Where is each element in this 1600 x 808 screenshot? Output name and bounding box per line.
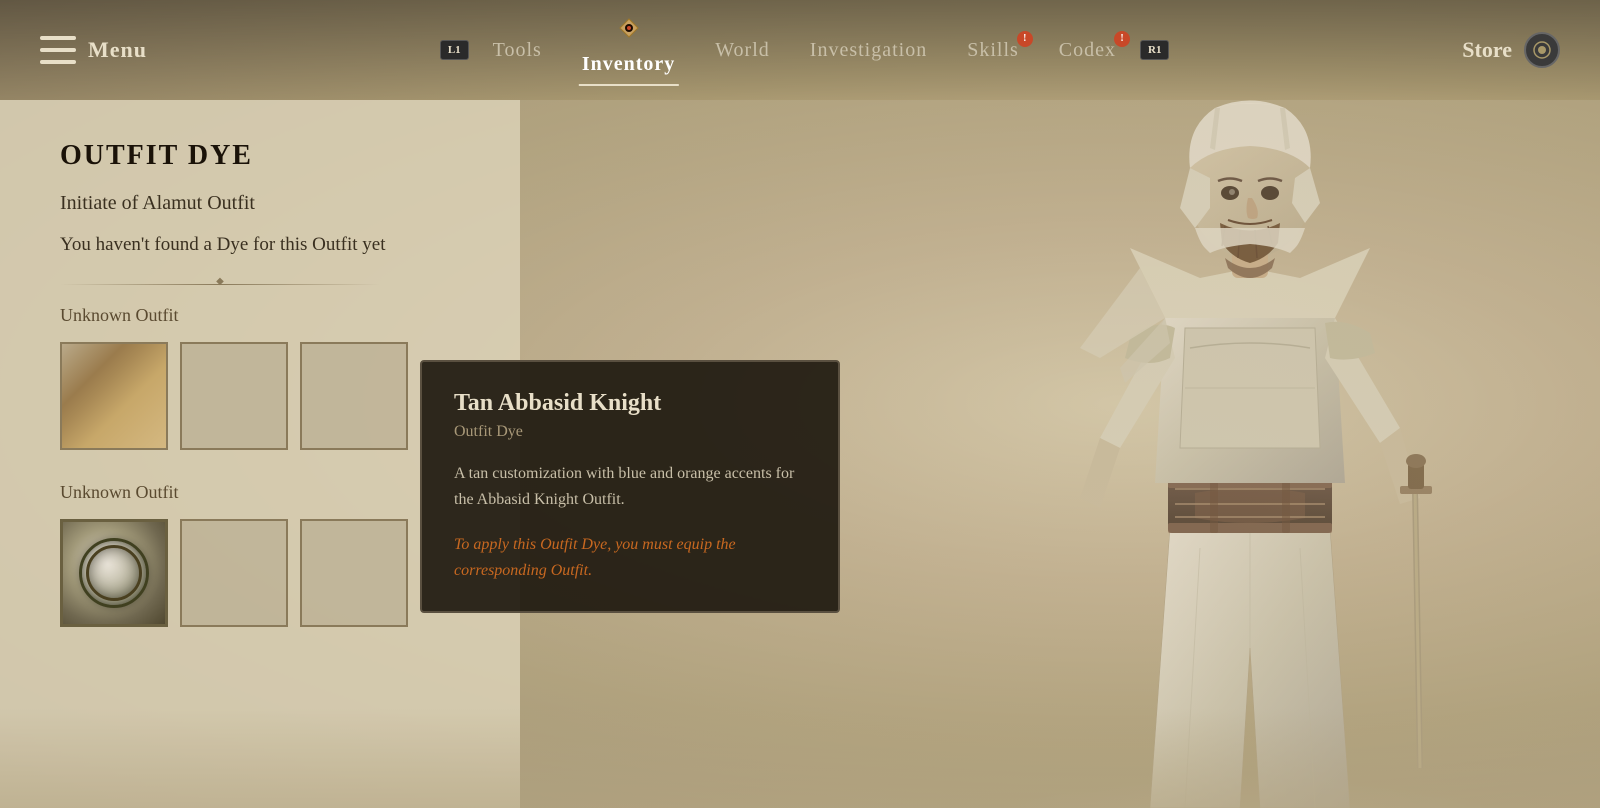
top-navigation: Menu L1 Tools Inventory World Investigat…	[0, 0, 1600, 100]
tooltip-item-name: Tan Abbasid Knight	[454, 390, 806, 417]
divider-1	[60, 284, 380, 285]
outfit-no-dye-text: You haven't found a Dye for this Outfit …	[60, 231, 460, 260]
tooltip-warning: To apply this Outfit Dye, you must equip…	[454, 532, 806, 583]
tab-world-wrapper[interactable]: World	[699, 31, 786, 70]
unknown-outfit-label-1: Unknown Outfit	[60, 305, 460, 326]
tab-investigation[interactable]: Investigation	[794, 31, 943, 70]
menu-icon	[40, 36, 76, 64]
tooltip-item-type: Outfit Dye	[454, 423, 806, 441]
menu-label: Menu	[88, 37, 147, 63]
dye-slot-6[interactable]	[300, 519, 408, 627]
tab-tools[interactable]: Tools	[477, 31, 558, 70]
dye-slot-1[interactable]	[60, 342, 168, 450]
right-key-badge: R1	[1140, 40, 1169, 60]
nav-tabs: L1 Tools Inventory World Investigation S…	[440, 17, 1170, 84]
outfit-name: Initiate of Alamut Outfit	[60, 192, 460, 215]
tab-skills-wrapper[interactable]: Skills !	[951, 31, 1035, 70]
tab-codex-wrapper[interactable]: Codex !	[1043, 31, 1132, 70]
left-key-badge: L1	[440, 40, 469, 60]
tab-world[interactable]: World	[699, 31, 786, 70]
tab-tools-wrapper[interactable]: Tools	[477, 31, 558, 70]
tooltip-card: Tan Abbasid Knight Outfit Dye A tan cust…	[420, 360, 840, 613]
store-label: Store	[1462, 37, 1512, 63]
diamond-decoration	[618, 17, 640, 44]
tooltip-description: A tan customization with blue and orange…	[454, 461, 806, 512]
dye-grid-row-2	[60, 519, 460, 627]
store-icon	[1524, 32, 1560, 68]
dye-slot-5[interactable]	[180, 519, 288, 627]
dye-slot-3[interactable]	[300, 342, 408, 450]
outfit-dye-title: OUTFIT DYE	[60, 140, 460, 172]
tab-investigation-wrapper[interactable]: Investigation	[794, 31, 943, 70]
store-area[interactable]: Store	[1462, 32, 1560, 68]
character-svg	[1000, 100, 1500, 808]
character-display	[900, 100, 1600, 808]
tab-inventory-wrapper[interactable]: Inventory	[566, 17, 691, 84]
dye-slot-4[interactable]	[60, 519, 168, 627]
unknown-outfit-label-2: Unknown Outfit	[60, 482, 460, 503]
tab-inventory[interactable]: Inventory	[566, 45, 691, 84]
main-content: OUTFIT DYE Initiate of Alamut Outfit You…	[0, 100, 1600, 808]
skills-notification-dot: !	[1017, 31, 1033, 47]
dye-slot-2[interactable]	[180, 342, 288, 450]
dye-grid-row-1	[60, 342, 460, 450]
menu-area[interactable]: Menu	[40, 36, 147, 64]
codex-notification-dot: !	[1114, 31, 1130, 47]
